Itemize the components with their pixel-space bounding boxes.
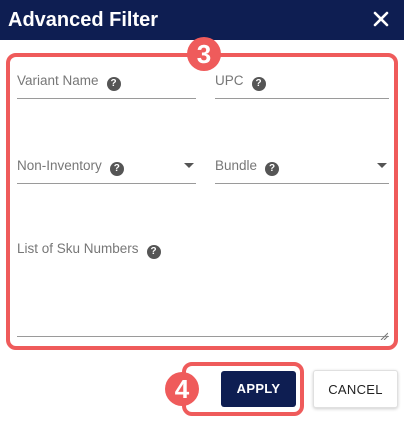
upc-field[interactable]: UPC? — [215, 72, 389, 99]
close-icon[interactable] — [368, 6, 394, 32]
non-inventory-select[interactable]: Non-Inventory? — [17, 157, 196, 184]
variant-name-field[interactable]: Variant Name? — [17, 72, 196, 99]
cancel-button[interactable]: CANCEL — [313, 370, 398, 408]
apply-button[interactable]: APPLY — [221, 371, 296, 407]
bundle-label-wrap: Bundle? — [215, 157, 280, 176]
help-circle-icon[interactable]: ? — [265, 162, 280, 176]
help-circle-icon[interactable]: ? — [109, 162, 124, 176]
sku-numbers-label: List of Sku Numbers — [17, 241, 139, 256]
help-circle-icon[interactable]: ? — [106, 77, 121, 91]
dialog-header: Advanced Filter — [0, 0, 404, 40]
variant-name-label-wrap: Variant Name? — [17, 72, 121, 91]
help-circle-icon[interactable]: ? — [146, 245, 161, 259]
non-inventory-label-wrap: Non-Inventory? — [17, 157, 124, 176]
advanced-filter-dialog: Advanced Filter 3 Variant Name? UPC? Non… — [0, 0, 404, 425]
upc-label: UPC — [215, 73, 244, 88]
resize-grip-icon[interactable] — [380, 327, 389, 341]
annotation-badge-3: 3 — [187, 37, 221, 71]
annotation-badge-4: 4 — [165, 372, 199, 406]
caret-down-icon[interactable] — [184, 163, 194, 168]
variant-name-label: Variant Name — [17, 73, 99, 88]
bundle-select[interactable]: Bundle? — [215, 157, 389, 184]
non-inventory-label: Non-Inventory — [17, 158, 102, 173]
help-circle-icon[interactable]: ? — [251, 77, 266, 91]
sku-numbers-label-wrap: List of Sku Numbers? — [17, 240, 161, 259]
sku-numbers-textarea[interactable]: List of Sku Numbers? — [17, 240, 389, 341]
bundle-label: Bundle — [215, 158, 258, 173]
upc-label-wrap: UPC? — [215, 72, 266, 91]
dialog-title: Advanced Filter — [8, 9, 159, 31]
caret-down-icon[interactable] — [377, 163, 387, 168]
